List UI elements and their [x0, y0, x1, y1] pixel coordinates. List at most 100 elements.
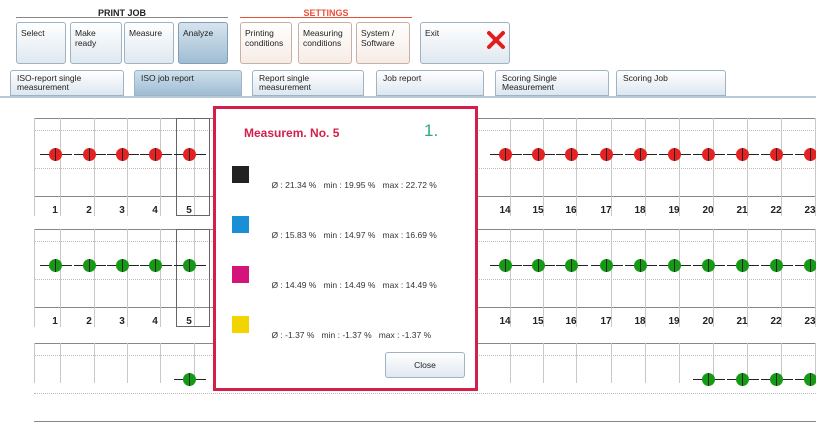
- tab-report-single-label: Report single measurement: [259, 73, 311, 92]
- cyan-swatch: [232, 216, 249, 233]
- measurement-number: 22: [770, 316, 782, 327]
- measurement-number: 22: [770, 205, 782, 216]
- measurement-number: 20: [702, 316, 714, 327]
- black-avg: Ø : 21.34 %: [271, 180, 317, 190]
- measurement-number: 1: [52, 205, 58, 216]
- select-button[interactable]: Select: [16, 22, 66, 64]
- column-divider: [543, 118, 544, 216]
- printing-conditions-button[interactable]: Printing conditions: [240, 22, 292, 64]
- column-divider: [94, 118, 95, 216]
- error-bar: [742, 373, 743, 386]
- error-bar: [674, 148, 675, 161]
- error-bar: [505, 259, 506, 272]
- dialog-step-number: 1.: [424, 121, 439, 140]
- error-bar: [55, 148, 56, 161]
- black-stats: Ø : 21.34 % min : 19.95 % max : 22.72 %: [262, 170, 437, 200]
- cyan-min: min : 14.97 %: [323, 230, 376, 240]
- printing-conditions-button-label: Printing conditions: [245, 28, 284, 48]
- tab-report-single[interactable]: Report single measurement: [252, 70, 364, 96]
- column-divider: [510, 229, 511, 327]
- error-bar: [810, 259, 811, 272]
- close-button[interactable]: Close: [385, 352, 465, 378]
- make-ready-button-label: Make ready: [75, 28, 97, 48]
- tab-iso-report-single[interactable]: ISO-report single measurement: [10, 70, 124, 96]
- error-bar: [606, 259, 607, 272]
- column-divider: [60, 118, 61, 216]
- error-bar: [155, 259, 156, 272]
- make-ready-button[interactable]: Make ready: [70, 22, 122, 64]
- column-divider: [94, 343, 95, 383]
- error-bar: [122, 259, 123, 272]
- column-divider: [160, 118, 161, 216]
- error-bar: [538, 148, 539, 161]
- error-bar: [505, 148, 506, 161]
- column-divider: [127, 118, 128, 216]
- column-divider: [679, 118, 680, 216]
- column-divider: [94, 229, 95, 327]
- measurement-number: 17: [600, 316, 612, 327]
- error-bar: [571, 259, 572, 272]
- error-bar: [708, 259, 709, 272]
- column-divider: [679, 229, 680, 327]
- column-divider: [611, 343, 612, 383]
- tab-iso-job-report-label: ISO job report: [141, 73, 194, 83]
- column-divider: [645, 118, 646, 216]
- measurement-number: 23: [804, 205, 816, 216]
- tab-job-report-label: Job report: [383, 73, 422, 83]
- selected-column: [176, 118, 210, 216]
- tab-scoring-single-label: Scoring Single Measurement: [502, 73, 557, 92]
- column-divider: [747, 118, 748, 216]
- black-swatch: [232, 166, 249, 183]
- magenta-max: max : 14.49 %: [382, 280, 437, 290]
- close-icon[interactable]: [486, 30, 506, 50]
- measurement-number: 14: [499, 316, 511, 327]
- error-bar: [155, 148, 156, 161]
- magenta-swatch: [232, 266, 249, 283]
- column-divider: [611, 229, 612, 327]
- measurement-number: 19: [668, 316, 680, 327]
- error-bar: [708, 373, 709, 386]
- column-divider: [160, 229, 161, 327]
- yellow-stats: Ø : -1.37 % min : -1.37 % max : -1.37 %: [262, 320, 431, 350]
- measurement-number: 15: [532, 205, 544, 216]
- measurement-number: 5: [186, 316, 192, 327]
- column-divider: [611, 118, 612, 216]
- measure-button[interactable]: Measure: [124, 22, 174, 64]
- error-bar: [742, 148, 743, 161]
- column-divider: [713, 118, 714, 216]
- error-bar: [571, 148, 572, 161]
- error-bar: [640, 148, 641, 161]
- black-max: max : 22.72 %: [382, 180, 437, 190]
- column-divider: [781, 118, 782, 216]
- select-button-label: Select: [21, 28, 45, 38]
- measuring-conditions-button[interactable]: Measuring conditions: [298, 22, 352, 64]
- column-divider: [127, 343, 128, 383]
- measurement-number: 5: [186, 205, 192, 216]
- system-software-button[interactable]: System / Software: [356, 22, 410, 64]
- analyze-button[interactable]: Analyze: [178, 22, 228, 64]
- column-divider: [510, 343, 511, 383]
- yellow-max: max : -1.37 %: [378, 330, 432, 340]
- column-divider: [713, 229, 714, 327]
- measurement-number: 18: [634, 316, 646, 327]
- tab-scoring-single[interactable]: Scoring Single Measurement: [495, 70, 609, 96]
- tab-scoring-job-label: Scoring Job: [623, 73, 668, 83]
- tab-job-report[interactable]: Job report: [376, 70, 484, 96]
- column-divider: [576, 229, 577, 327]
- error-bar: [708, 148, 709, 161]
- tab-iso-job-report[interactable]: ISO job report: [134, 70, 242, 96]
- measurement-number: 16: [565, 205, 577, 216]
- magenta-stats: Ø : 14.49 % min : 14.49 % max : 14.49 %: [262, 270, 437, 300]
- error-bar: [776, 148, 777, 161]
- tab-iso-report-single-label: ISO-report single measurement: [17, 73, 82, 92]
- measurement-number: 3: [119, 205, 125, 216]
- measurement-number: 2: [86, 205, 92, 216]
- error-bar: [776, 373, 777, 386]
- tab-scoring-job[interactable]: Scoring Job: [616, 70, 726, 96]
- yellow-avg: Ø : -1.37 %: [271, 330, 315, 340]
- measurement-dialog: Measurem. No. 5 1. Ø : 21.34 % min : 19.…: [213, 106, 478, 391]
- error-bar: [674, 259, 675, 272]
- error-bar: [55, 259, 56, 272]
- measurement-number: 2: [86, 316, 92, 327]
- error-bar: [189, 148, 190, 161]
